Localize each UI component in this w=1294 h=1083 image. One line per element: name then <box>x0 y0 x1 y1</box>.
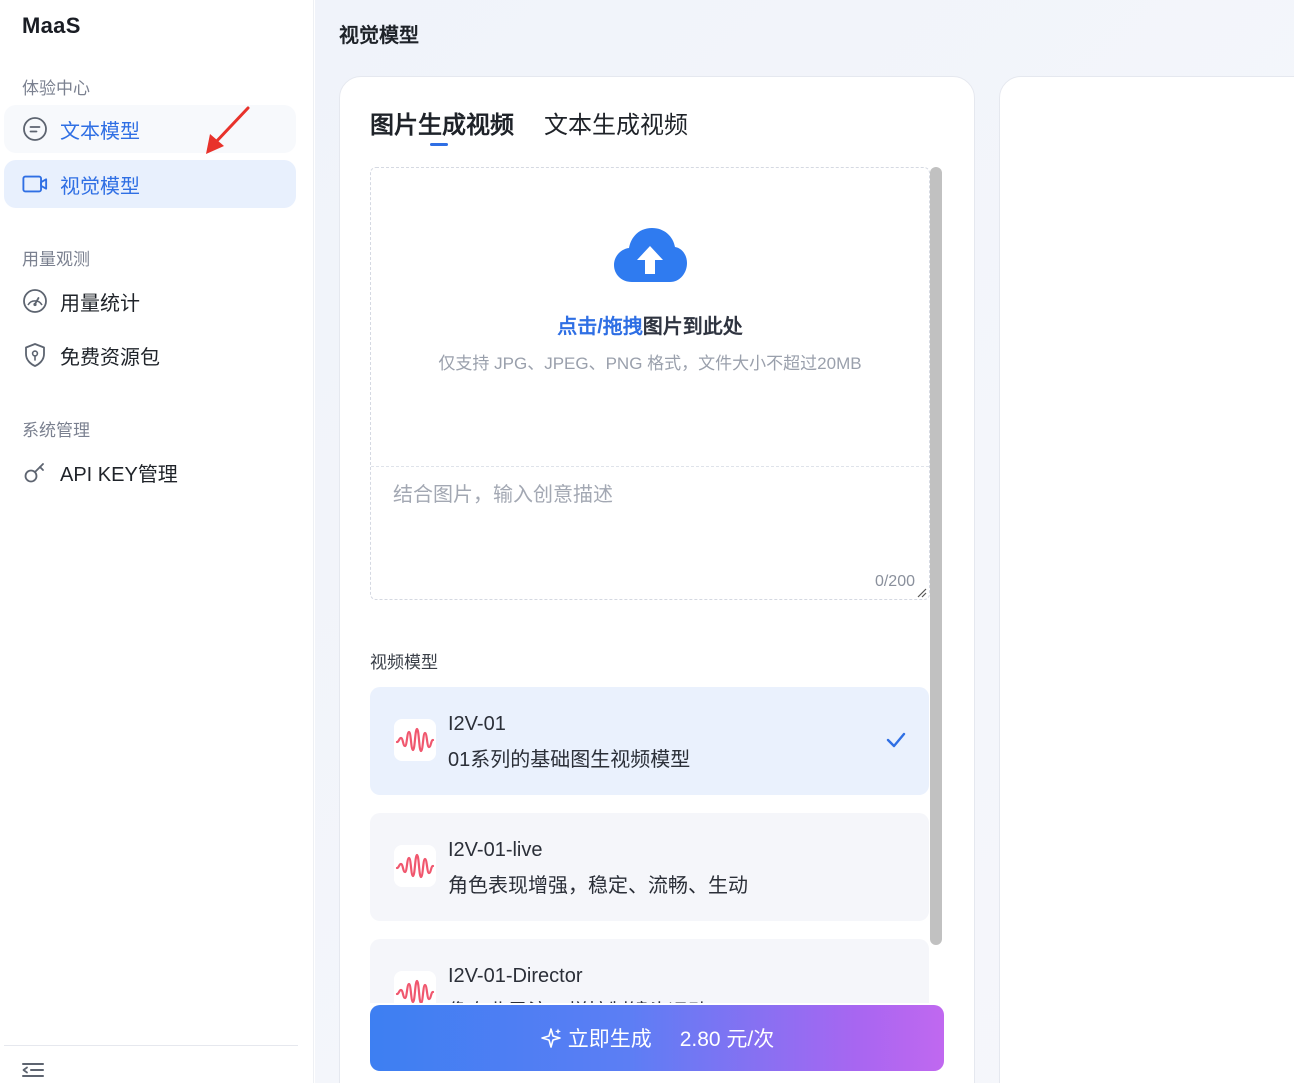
resize-grip-icon[interactable] <box>917 588 927 598</box>
sidebar-item-vision-model[interactable]: 视觉模型 <box>4 160 296 208</box>
image-upload-dropzone[interactable]: 点击/拖拽图片到此处 仅支持 JPG、JPEG、PNG 格式，文件大小不超过20… <box>371 168 929 467</box>
model-name: I2V-01 <box>448 713 506 735</box>
model-waveform-logo-icon <box>394 719 436 761</box>
tab-bar: 图片生成视频 文本生成视频 <box>370 105 688 149</box>
annotation-arrow-icon <box>206 106 250 154</box>
key-icon <box>22 459 48 485</box>
model-description: 角色表现增强，稳定、流畅、生动 <box>448 875 748 897</box>
sidebar: MaaS 体验中心 文本模型 视觉模型 用量观测 用量统计 免费资源包 系统管理 <box>0 0 314 1083</box>
model-description: 像专业导演一样控制镜头运动 <box>448 995 708 1003</box>
upload-title-rest: 图片到此处 <box>642 316 743 338</box>
sidebar-item-label: 视觉模型 <box>60 175 140 198</box>
collapse-sidebar-icon[interactable] <box>20 1058 46 1082</box>
shield-icon <box>22 342 48 368</box>
section-title-system: 系统管理 <box>22 421 90 440</box>
check-icon <box>886 732 906 748</box>
video-camera-icon <box>22 171 48 197</box>
sidebar-item-api-key[interactable]: API KEY管理 <box>4 448 296 496</box>
tab-text-to-video[interactable]: 文本生成视频 <box>544 105 688 149</box>
generate-button-label: 立即生成 <box>567 1028 652 1051</box>
section-title-usage: 用量观测 <box>22 250 90 269</box>
sparkle-icon <box>540 1028 561 1048</box>
sidebar-item-label: 用量统计 <box>60 292 140 315</box>
upload-click-link[interactable]: 点击/拖拽 <box>557 316 643 338</box>
model-name: I2V-01-live <box>448 839 543 861</box>
scrollbar-thumb[interactable] <box>930 167 942 945</box>
model-name: I2V-01-Director <box>448 965 583 987</box>
generate-button[interactable]: 立即生成 2.80 元/次 <box>370 1005 944 1071</box>
model-option-i2v-01-director[interactable]: I2V-01-Director 像专业导演一样控制镜头运动 <box>370 939 929 1003</box>
sidebar-item-label: 文本模型 <box>60 120 140 143</box>
gauge-icon <box>22 288 48 314</box>
sidebar-item-label: API KEY管理 <box>60 463 178 486</box>
sidebar-item-usage-stats[interactable]: 用量统计 <box>4 277 296 325</box>
section-title-experience: 体验中心 <box>22 79 90 98</box>
generation-panel: 图片生成视频 文本生成视频 点击/拖拽图片到此处 仅支持 JPG、JPEG、PN… <box>339 76 975 1083</box>
upload-and-prompt-box: 点击/拖拽图片到此处 仅支持 JPG、JPEG、PNG 格式，文件大小不超过20… <box>370 167 930 600</box>
page-title: 视觉模型 <box>339 25 419 47</box>
prompt-char-counter: 0/200 <box>874 573 915 590</box>
upload-hint: 仅支持 JPG、JPEG、PNG 格式，文件大小不超过20MB <box>438 354 862 373</box>
sidebar-item-label: 免费资源包 <box>60 346 160 369</box>
model-section-label: 视频模型 <box>370 653 438 672</box>
preview-panel <box>999 76 1294 1083</box>
cloud-upload-icon <box>614 228 687 282</box>
scrollbar[interactable] <box>928 167 944 1003</box>
sidebar-divider <box>4 1045 298 1046</box>
model-option-i2v-01[interactable]: I2V-01 01系列的基础图生视频模型 <box>370 687 929 795</box>
model-waveform-logo-icon <box>394 845 436 887</box>
tab-image-to-video[interactable]: 图片生成视频 <box>370 105 514 149</box>
sidebar-item-free-resource-pack[interactable]: 免费资源包 <box>4 331 296 379</box>
prompt-textarea[interactable] <box>371 468 929 599</box>
model-description: 01系列的基础图生视频模型 <box>448 749 691 771</box>
generate-price: 2.80 元/次 <box>679 1028 775 1051</box>
model-waveform-logo-icon <box>394 971 436 1003</box>
upload-title: 点击/拖拽图片到此处 <box>371 310 929 339</box>
model-option-i2v-01-live[interactable]: I2V-01-live 角色表现增强，稳定、流畅、生动 <box>370 813 929 921</box>
brand-logo-text: MaaS <box>22 13 81 38</box>
form-scroll-area[interactable]: 点击/拖拽图片到此处 仅支持 JPG、JPEG、PNG 格式，文件大小不超过20… <box>370 167 944 1003</box>
main-content: 视觉模型 图片生成视频 文本生成视频 点击/拖拽图片到此处 仅支持 JPG、JP… <box>315 0 1294 1083</box>
chat-bubble-icon <box>22 116 48 142</box>
